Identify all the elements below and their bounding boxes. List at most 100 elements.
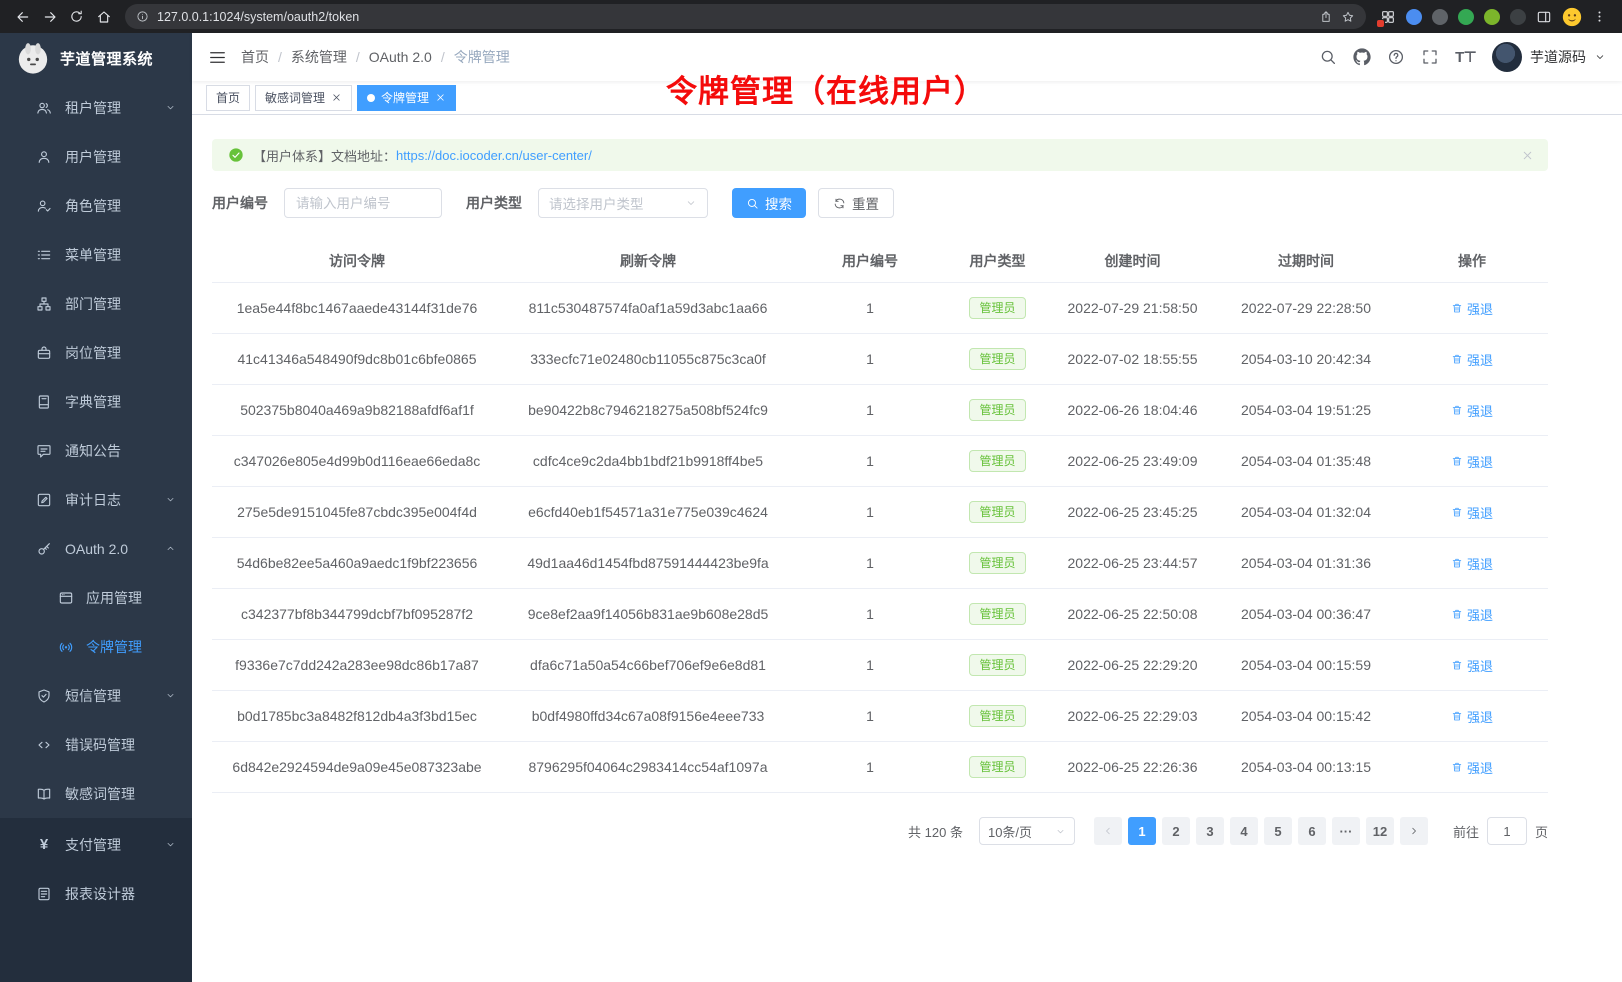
- extension-lightgreen-icon[interactable]: [1484, 9, 1500, 25]
- page-button-5[interactable]: 5: [1264, 817, 1292, 845]
- sidebar-item-user-management[interactable]: 用户管理: [0, 132, 192, 181]
- announcement-icon: [36, 443, 52, 459]
- extension-gray-icon[interactable]: [1432, 9, 1448, 25]
- expire-time-cell: 2022-07-29 22:28:50: [1216, 283, 1396, 334]
- app-logo[interactable]: 芋道管理系统: [0, 33, 192, 83]
- fullscreen-icon[interactable]: [1421, 48, 1439, 66]
- tab-sensitive-words[interactable]: 敏感词管理: [255, 85, 352, 111]
- page-button-1[interactable]: 1: [1128, 817, 1156, 845]
- browser-extensions: [1380, 7, 1607, 27]
- action-cell: 强退: [1396, 691, 1548, 742]
- force-logout-button[interactable]: 强退: [1451, 554, 1493, 573]
- user-id-cell: 1: [794, 538, 946, 589]
- url-bar[interactable]: 127.0.0.1:1024/system/oauth2/token: [125, 4, 1366, 29]
- browser-home-button[interactable]: [90, 3, 117, 30]
- force-logout-button[interactable]: 强退: [1451, 605, 1493, 624]
- active-tab-dot: [367, 94, 375, 102]
- sidebar-item-payment-management[interactable]: ¥ 支付管理: [0, 820, 192, 869]
- force-logout-button[interactable]: 强退: [1451, 503, 1493, 522]
- force-logout-button[interactable]: 强退: [1451, 299, 1493, 318]
- browser-reload-button[interactable]: [63, 3, 90, 30]
- extension-blue-icon[interactable]: [1406, 9, 1422, 25]
- action-cell: 强退: [1396, 283, 1548, 334]
- sidebar-item-department-management[interactable]: 部门管理: [0, 279, 192, 328]
- force-logout-button[interactable]: 强退: [1451, 758, 1493, 777]
- help-icon[interactable]: [1387, 48, 1405, 66]
- delete-icon: [1451, 659, 1463, 671]
- search-button[interactable]: 搜索: [732, 188, 806, 218]
- extension-green-icon[interactable]: [1458, 9, 1474, 25]
- app-window: 芋道管理系统 租户管理 用户管理 角色管理 菜单管理 部门管理: [0, 33, 1622, 982]
- user-type-cell: 管理员: [946, 487, 1049, 538]
- side-panel-icon[interactable]: [1536, 9, 1552, 25]
- page-size-select[interactable]: 10条/页: [979, 817, 1075, 845]
- sidebar-item-announcement[interactable]: 通知公告: [0, 426, 192, 475]
- profile-avatar[interactable]: [1562, 7, 1582, 27]
- prev-page-button[interactable]: [1094, 817, 1122, 845]
- sidebar-item-token-management[interactable]: 令牌管理: [0, 622, 192, 671]
- user-type-badge: 管理员: [969, 654, 1025, 676]
- user-id-input[interactable]: [284, 188, 442, 218]
- access-token-cell: 6d842e2924594de9a09e45e087323abe: [212, 742, 502, 793]
- user-icon: [36, 149, 52, 165]
- doc-link[interactable]: https://doc.iocoder.cn/user-center/: [396, 148, 592, 163]
- close-icon[interactable]: [435, 92, 446, 103]
- user-dropdown[interactable]: 芋道源码: [1492, 42, 1606, 72]
- force-logout-button[interactable]: 强退: [1451, 452, 1493, 471]
- search-icon[interactable]: [1319, 48, 1337, 66]
- force-logout-button[interactable]: 强退: [1451, 401, 1493, 420]
- sidebar-collapse-button[interactable]: [208, 48, 227, 67]
- chevron-down-icon: [165, 102, 176, 113]
- expire-time-cell: 2054-03-04 01:32:04: [1216, 487, 1396, 538]
- refresh-token-cell: b0df4980ffd34c67a08f9156e4eee733: [502, 691, 794, 742]
- sidebar-item-menu-management[interactable]: 菜单管理: [0, 230, 192, 279]
- oauth-key-icon: [36, 541, 52, 557]
- force-logout-button[interactable]: 强退: [1451, 707, 1493, 726]
- breadcrumb-system[interactable]: 系统管理: [269, 47, 347, 67]
- sidebar-item-oauth2[interactable]: OAuth 2.0: [0, 524, 192, 573]
- user-id-cell: 1: [794, 640, 946, 691]
- action-cell: 强退: [1396, 385, 1548, 436]
- browser-back-button[interactable]: [9, 3, 36, 30]
- breadcrumb-oauth2[interactable]: OAuth 2.0: [347, 49, 432, 65]
- page-button-12[interactable]: 12: [1366, 817, 1394, 845]
- sidebar-item-dictionary-management[interactable]: 字典管理: [0, 377, 192, 426]
- site-info-icon[interactable]: [136, 10, 149, 23]
- font-size-icon[interactable]: T⊤: [1455, 48, 1476, 66]
- sidebar-item-post-management[interactable]: 岗位管理: [0, 328, 192, 377]
- github-icon[interactable]: [1353, 48, 1371, 66]
- force-logout-button[interactable]: 强退: [1451, 350, 1493, 369]
- force-logout-button[interactable]: 强退: [1451, 656, 1493, 675]
- tab-token-management[interactable]: 令牌管理: [357, 85, 456, 111]
- sidebar-item-audit-log[interactable]: 审计日志: [0, 475, 192, 524]
- page-button-3[interactable]: 3: [1196, 817, 1224, 845]
- bookmark-star-icon[interactable]: [1341, 10, 1355, 24]
- page-button-6[interactable]: 6: [1298, 817, 1326, 845]
- create-time-cell: 2022-06-26 18:04:46: [1049, 385, 1216, 436]
- share-icon[interactable]: [1319, 10, 1333, 24]
- browser-forward-button[interactable]: [36, 3, 63, 30]
- browser-menu-icon[interactable]: [1592, 9, 1607, 24]
- user-id-label: 用户编号: [212, 193, 268, 213]
- sidebar-item-report-designer[interactable]: 报表设计器: [0, 869, 192, 918]
- extension-grid-icon[interactable]: [1380, 9, 1396, 25]
- sidebar-item-sms-management[interactable]: 短信管理: [0, 671, 192, 720]
- user-type-badge: 管理员: [969, 399, 1025, 421]
- breadcrumb-home[interactable]: 首页: [241, 47, 269, 67]
- sidebar-item-error-code-management[interactable]: 错误码管理: [0, 720, 192, 769]
- sidebar-item-role-management[interactable]: 角色管理: [0, 181, 192, 230]
- goto-page-input[interactable]: [1487, 817, 1527, 845]
- extension-dark-icon[interactable]: [1510, 9, 1526, 25]
- next-page-button[interactable]: [1400, 817, 1428, 845]
- sidebar-item-sensitive-words[interactable]: 敏感词管理: [0, 769, 192, 818]
- reset-button[interactable]: 重置: [818, 188, 894, 218]
- page-button-4[interactable]: 4: [1230, 817, 1258, 845]
- tab-home[interactable]: 首页: [206, 85, 250, 111]
- close-icon[interactable]: [331, 92, 342, 103]
- sidebar-item-application-management[interactable]: 应用管理: [0, 573, 192, 622]
- alert-close-icon[interactable]: [1521, 149, 1534, 162]
- pager-ellipsis[interactable]: ···: [1332, 817, 1360, 845]
- sidebar-item-tenant-management[interactable]: 租户管理: [0, 83, 192, 132]
- page-button-2[interactable]: 2: [1162, 817, 1190, 845]
- user-type-select[interactable]: 请选择用户类型: [538, 188, 708, 218]
